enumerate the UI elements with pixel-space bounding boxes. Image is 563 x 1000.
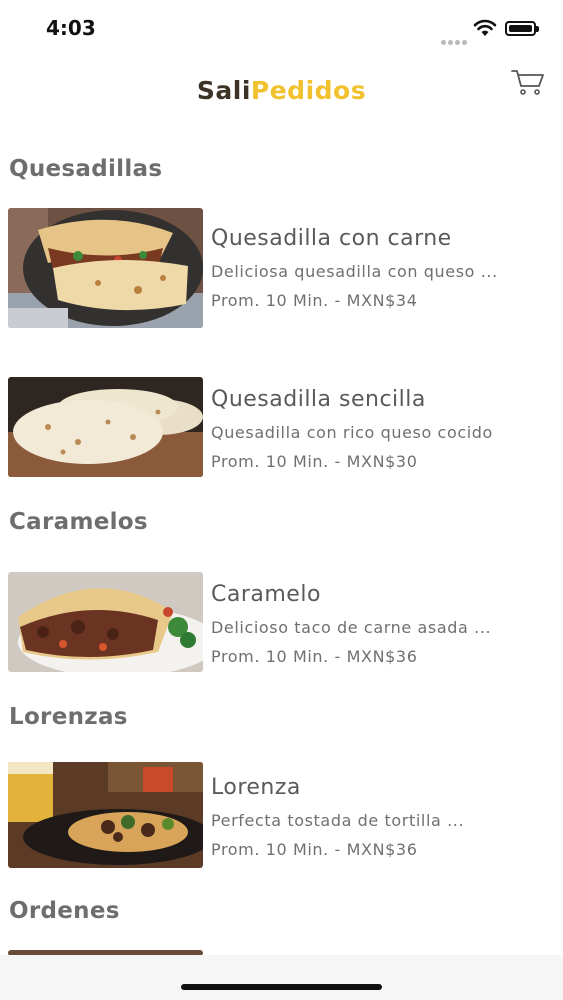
item-image <box>8 377 203 477</box>
item-name: Quesadilla sencilla <box>211 387 426 412</box>
item-description: Deliciosa quesadilla con queso ... <box>211 262 498 281</box>
menu-item[interactable]: Lorenza Perfecta tostada de tortilla ...… <box>8 762 558 868</box>
item-description: Delicioso taco de carne asada ... <box>211 618 492 637</box>
status-time: 4:03 <box>46 16 96 40</box>
menu-item[interactable]: Quesadilla sencilla Quesadilla con rico … <box>8 377 558 477</box>
battery-icon <box>505 21 539 36</box>
wifi-icon <box>473 19 497 41</box>
section-title-ordenes: Ordenes <box>9 898 120 924</box>
item-description: Perfecta tostada de tortilla ... <box>211 811 465 830</box>
home-indicator[interactable] <box>181 984 382 990</box>
section-title-quesadillas: Quesadillas <box>9 156 163 182</box>
status-bar: 4:03 <box>0 0 563 56</box>
app-header: SaliPedidos <box>0 56 563 136</box>
item-image <box>8 762 203 868</box>
home-indicator-area <box>0 955 563 1000</box>
cart-icon <box>511 70 544 95</box>
section-title-caramelos: Caramelos <box>9 509 148 535</box>
cart-button[interactable] <box>510 68 546 98</box>
item-meta: Prom. 10 Min. - MXN$30 <box>211 452 418 471</box>
item-image <box>8 572 203 672</box>
item-meta: Prom. 10 Min. - MXN$36 <box>211 647 418 666</box>
item-name: Quesadilla con carne <box>211 226 452 251</box>
brand-logo: SaliPedidos <box>0 76 563 105</box>
item-meta: Prom. 10 Min. - MXN$34 <box>211 291 418 310</box>
item-description: Quesadilla con rico queso cocido <box>211 423 493 442</box>
menu-item[interactable]: Quesadilla con carne Deliciosa quesadill… <box>8 208 558 328</box>
brand-name-part1: Sali <box>196 76 251 105</box>
item-name: Caramelo <box>211 582 321 607</box>
signal-icon <box>441 30 469 49</box>
item-name: Lorenza <box>211 775 301 800</box>
brand-name-part2: Pedidos <box>250 76 367 105</box>
menu-item[interactable]: Caramelo Delicioso taco de carne asada .… <box>8 572 558 672</box>
item-image <box>8 208 203 328</box>
section-title-lorenzas: Lorenzas <box>9 704 128 730</box>
item-meta: Prom. 10 Min. - MXN$36 <box>211 840 418 859</box>
